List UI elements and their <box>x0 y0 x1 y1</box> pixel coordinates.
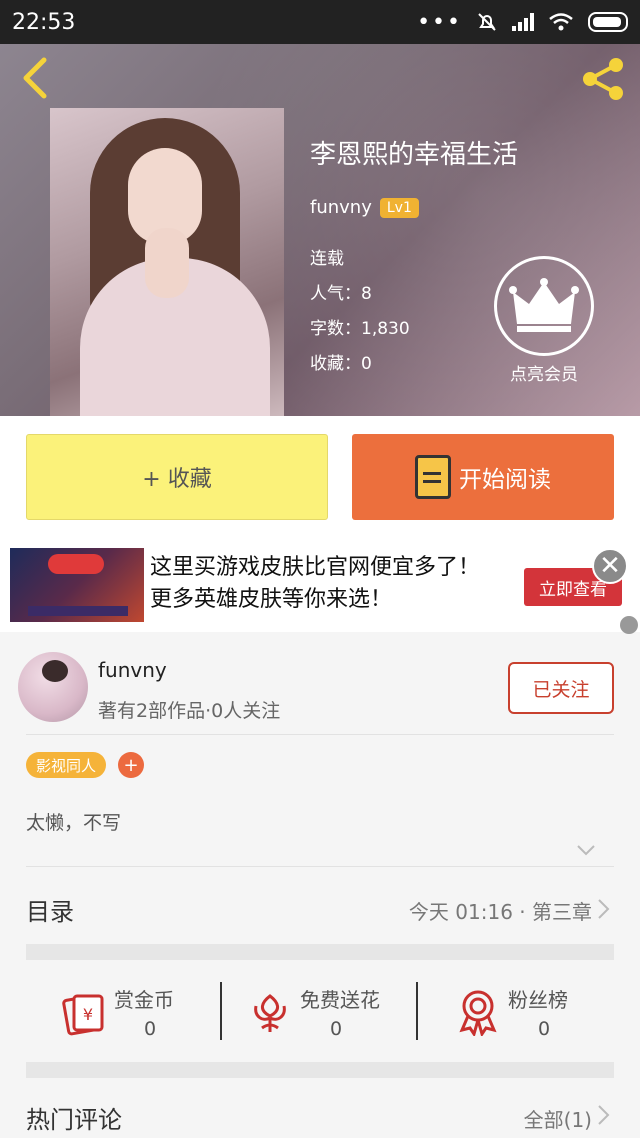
book-intro: 太懒，不写 <box>26 812 122 834</box>
latest-chapter: 今天 01:16 · 第三章 <box>408 900 592 924</box>
tag-item[interactable]: 影视同人 <box>26 752 107 778</box>
all-comments-link[interactable]: 全部(1) <box>524 1104 592 1133</box>
ad-banner[interactable]: 这里买游戏皮肤比官网便宜多了！更多英雄皮肤等你来选！ 立即查看 <box>0 540 640 632</box>
popularity-count: 人气：8 <box>310 284 372 304</box>
vertical-divider <box>416 982 418 1040</box>
share-icon[interactable] <box>578 54 628 104</box>
signal-icon <box>512 13 534 31</box>
chevron-down-icon[interactable] <box>576 842 596 858</box>
gold-coin-label: 赏金币 <box>114 988 174 1012</box>
toc-title: 目录 <box>26 898 74 926</box>
serial-status: 连载 <box>310 249 344 269</box>
gold-coin-count: 0 <box>144 1018 157 1040</box>
book-title: 李恩熙的幸福生活 <box>310 140 519 170</box>
author-line: funvny Lv1 <box>310 197 518 218</box>
fan-ranking-count: 0 <box>538 1018 551 1040</box>
book-info: 李恩熙的幸福生活 funvny Lv1 连载 人气：8 字数：1,830 收藏：… <box>310 134 518 382</box>
send-flower-count: 0 <box>330 1018 343 1040</box>
send-flower-action[interactable]: 免费送花 0 <box>212 980 412 1050</box>
action-buttons: + 收藏 开始阅读 <box>0 416 640 540</box>
chevron-right-icon <box>598 899 610 919</box>
section-separator <box>26 1062 614 1078</box>
table-of-contents-row[interactable]: 目录 今天 01:16 · 第三章 <box>0 880 640 938</box>
divider <box>26 734 614 735</box>
book-icon <box>415 455 451 499</box>
divider <box>26 866 614 867</box>
status-bar: 22:53 ••• <box>0 0 640 44</box>
avatar[interactable] <box>18 652 88 722</box>
wifi-icon <box>549 13 573 31</box>
author-stats: 著有2部作品·0人关注 <box>98 700 281 722</box>
support-actions: ¥ 赏金币 0 免费送花 0 粉丝榜 0 <box>0 970 640 1054</box>
ad-text[interactable]: 这里买游戏皮肤比官网便宜多了！更多英雄皮肤等你来选！ <box>150 552 500 616</box>
level-badge: Lv1 <box>379 197 419 218</box>
author-card-name[interactable]: funvny <box>98 658 167 682</box>
follow-button[interactable]: 已关注 <box>508 662 614 714</box>
collect-button[interactable]: + 收藏 <box>26 434 328 520</box>
vip-button[interactable]: 点亮会员 <box>492 256 596 385</box>
crown-icon <box>494 256 594 356</box>
book-cover-image[interactable] <box>50 108 284 416</box>
favorites-count: 收藏：0 <box>310 354 372 374</box>
ribbon-medal-icon <box>459 990 497 1036</box>
chevron-right-icon <box>598 1105 610 1125</box>
send-flower-label: 免费送花 <box>300 988 380 1012</box>
add-tag-button[interactable]: + <box>118 752 144 778</box>
hot-comments-row[interactable]: 热门评论 全部(1) <box>0 1090 640 1138</box>
start-reading-button[interactable]: 开始阅读 <box>352 434 614 520</box>
start-reading-label: 开始阅读 <box>459 467 551 493</box>
author-card[interactable]: funvny 著有2部作品·0人关注 已关注 <box>0 634 640 734</box>
ad-close-icon[interactable]: ✕ <box>592 548 628 584</box>
back-arrow-icon[interactable] <box>16 56 52 100</box>
battery-icon <box>588 12 628 32</box>
status-time: 22:53 <box>12 9 76 35</box>
gold-coin-action[interactable]: ¥ 赏金币 0 <box>26 980 226 1050</box>
book-header: 李恩熙的幸福生活 funvny Lv1 连载 人气：8 字数：1,830 收藏：… <box>0 44 640 416</box>
hot-comments-title: 热门评论 <box>26 1106 122 1134</box>
flower-icon <box>254 994 286 1032</box>
mute-bell-icon <box>478 13 496 31</box>
gold-coin-icon: ¥ <box>62 994 104 1036</box>
svg-text:¥: ¥ <box>83 1005 93 1024</box>
fan-ranking-action[interactable]: 粉丝榜 0 <box>420 980 620 1050</box>
more-dots-icon: ••• <box>417 9 462 35</box>
ad-image[interactable] <box>10 548 144 622</box>
ad-mark-icon <box>620 616 638 634</box>
author-name[interactable]: funvny <box>310 197 372 218</box>
fan-ranking-label: 粉丝榜 <box>508 988 568 1012</box>
section-separator <box>26 944 614 960</box>
vip-label: 点亮会员 <box>510 365 578 385</box>
status-icons: ••• <box>417 10 628 35</box>
word-count: 字数：1,830 <box>310 319 410 339</box>
